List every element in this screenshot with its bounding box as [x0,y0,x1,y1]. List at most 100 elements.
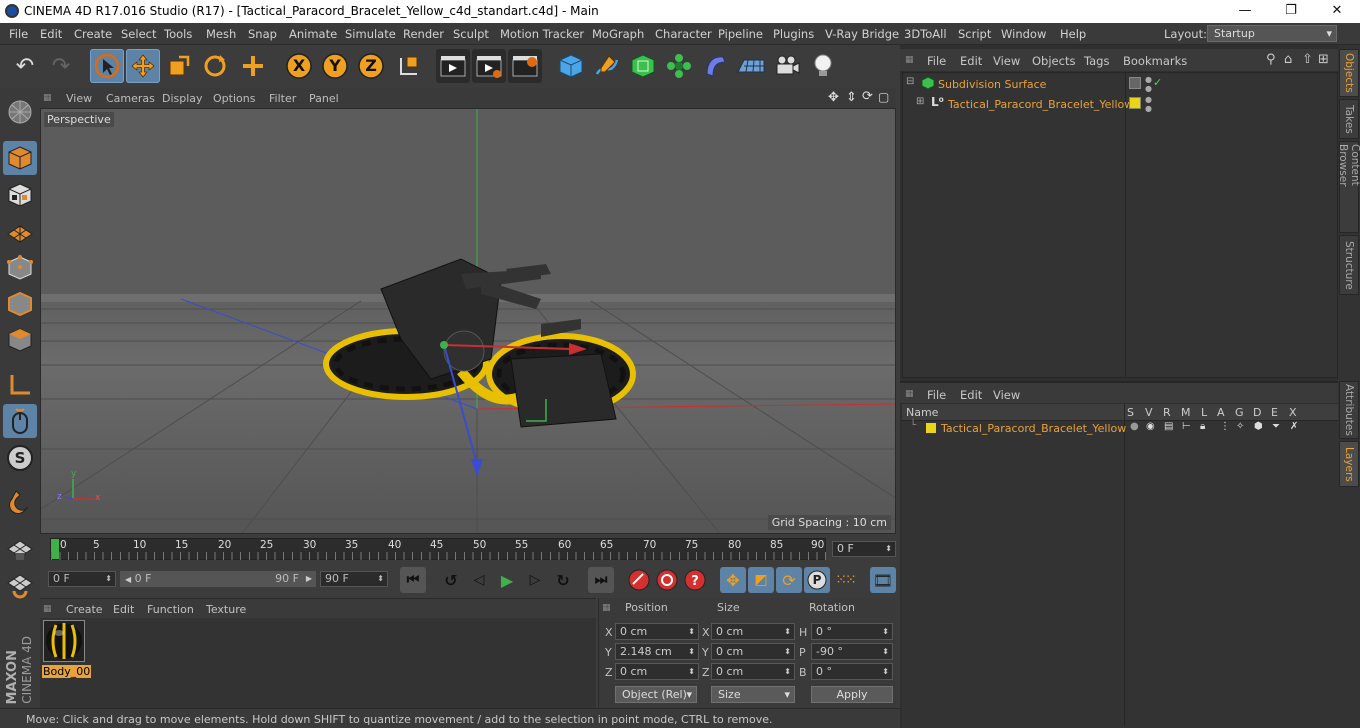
menu-script[interactable]: Script [958,27,991,41]
points-mode-button[interactable] [3,251,37,285]
generator-icon[interactable]: ✧ [1236,421,1244,432]
next-frame-button[interactable]: ▷ [522,567,548,593]
layer-col-deformers[interactable]: D [1253,406,1261,419]
menu-window[interactable]: Window [1001,27,1046,41]
objects-menu-view[interactable]: View [993,54,1020,68]
layer-col-view[interactable]: V [1145,406,1153,419]
minimize-button[interactable]: — [1222,0,1268,23]
viewport-menu-view[interactable]: View [66,92,92,105]
viewport-menu-filter[interactable]: Filter [269,92,296,105]
light-object-button[interactable] [806,49,840,83]
solo-mode-button[interactable]: S [3,441,37,475]
key-scale-button[interactable]: ◩ [748,567,774,593]
menu-tools[interactable]: Tools [164,27,192,41]
layer-col-manager[interactable]: M [1181,406,1191,419]
workplane-lock-button[interactable] [3,532,37,566]
menu-animate[interactable]: Animate [289,27,337,41]
menu-plugins[interactable]: Plugins [773,27,814,41]
layers-menu-view[interactable]: View [993,388,1020,402]
render-settings-button[interactable] [508,49,542,83]
model-mode-button[interactable] [3,141,37,175]
goto-start-button[interactable]: ⏮ [400,567,426,593]
material-name-label[interactable]: Body_00 [42,665,92,678]
layout-select[interactable]: Startup ▾ [1207,25,1337,42]
viewport-menu-panel[interactable]: Panel [309,92,339,105]
menu-sculpt[interactable]: Sculpt [453,27,489,41]
render-to-picture-viewer-button[interactable] [472,49,506,83]
menu-select[interactable]: Select [121,27,156,41]
floor-object-button[interactable] [734,49,768,83]
redo-button[interactable]: ↷ [44,49,78,83]
object-row-subdivision[interactable]: ⊟ Subdivision Surface ● ● ✓ [903,75,1337,93]
pos-y-field[interactable]: 2.148 cm ⬍ [615,643,699,660]
layer-col-expressions[interactable]: E [1271,406,1278,419]
menu-mograph[interactable]: MoGraph [592,27,644,41]
layer-color-swatch[interactable] [1129,97,1141,109]
tab-takes[interactable]: Takes [1339,99,1359,139]
play-button[interactable]: ▶ [494,567,520,593]
objects-menu-edit[interactable]: Edit [960,54,982,68]
zoom-view-icon[interactable]: ⇕ [846,90,857,105]
search-icon[interactable]: ⚲ [1266,52,1276,67]
layers-menu-edit[interactable]: Edit [960,388,982,402]
size-mode-select[interactable]: Size ▾ [711,686,795,703]
tab-objects[interactable]: Objects [1339,49,1359,97]
eye-icon[interactable]: ◉ [1146,421,1155,432]
viewport-menu-display[interactable]: Display [162,92,203,105]
menu-3dtoall[interactable]: 3DToAll [904,27,947,41]
frame-range-slider[interactable]: ◀ 0 F 90 F ▶ [120,571,316,587]
material-swatch[interactable] [43,620,85,662]
layer-col-render[interactable]: R [1163,406,1171,419]
goto-end-button[interactable]: ⏭ [588,567,614,593]
autokey-button[interactable] [654,567,680,593]
apply-button[interactable]: Apply [811,686,893,703]
start-frame-field[interactable]: 0 F ⬍ [48,571,116,587]
make-editable-button[interactable] [3,95,37,129]
menu-render[interactable]: Render [403,27,444,41]
viewport-menu-cameras[interactable]: Cameras [106,92,155,105]
manager-tree-icon[interactable]: ⊢ [1182,421,1191,432]
camera-object-button[interactable] [770,49,804,83]
material-menu-texture[interactable]: Texture [206,603,246,616]
menu-help[interactable]: Help [1060,27,1086,41]
menu-mesh[interactable]: Mesh [206,27,236,41]
rot-b-field[interactable]: 0 ° ⬍ [811,663,893,680]
menu-simulate[interactable]: Simulate [345,27,396,41]
tab-content-browser[interactable]: Content Browser [1337,141,1360,233]
texture-mode-button[interactable] [3,178,37,212]
spline-pen-button[interactable] [590,49,624,83]
rot-p-field[interactable]: -90 ° ⬍ [811,643,893,660]
render-view-button[interactable] [436,49,470,83]
layer-col-xref[interactable]: X [1289,406,1297,419]
objects-menu-bookmarks[interactable]: Bookmarks [1123,54,1187,68]
deformer-button[interactable] [698,49,732,83]
menu-file[interactable]: File [9,27,28,41]
undo-button[interactable]: ↶ [8,49,42,83]
layer-col-animation[interactable]: A [1217,406,1225,419]
perspective-viewport[interactable]: y z x Perspective Grid Spacing : 10 cm [40,108,896,534]
tweak-mode-button[interactable] [3,404,37,438]
menu-snap[interactable]: Snap [248,27,277,41]
polygons-mode-button[interactable] [3,323,37,357]
workplane-mode-button[interactable] [3,215,37,249]
axis-mode-button[interactable] [3,368,37,402]
key-position-button[interactable]: ✥ [720,567,746,593]
solo-dot-icon[interactable]: ● [1130,421,1139,432]
tab-layers[interactable]: Layers [1339,441,1359,487]
render-clapper-icon[interactable]: ▤ [1164,421,1173,432]
visibility-dots-icon[interactable]: ● ● [1145,75,1152,93]
toggle-view-icon[interactable]: ▢ [878,90,889,104]
lock-icon[interactable]: 🔒︎ [1200,421,1205,432]
material-menu-create[interactable]: Create [66,603,103,616]
previous-key-button[interactable]: ↺ [438,567,464,593]
deformer-icon[interactable]: ⬢ [1254,421,1263,432]
viewport-menu-options[interactable]: Options [213,92,255,105]
snap-button[interactable] [3,486,37,520]
live-selection-button[interactable] [90,49,124,83]
end-frame-field[interactable]: 90 F ⬍ [320,571,388,587]
next-key-button[interactable]: ↻ [550,567,576,593]
tab-structure[interactable]: Structure [1339,235,1359,295]
menu-vray-bridge[interactable]: V-Ray Bridge [825,27,899,41]
visibility-dots-icon[interactable]: ● ● [1145,95,1152,113]
home-icon[interactable]: ⌂ [1284,52,1292,67]
